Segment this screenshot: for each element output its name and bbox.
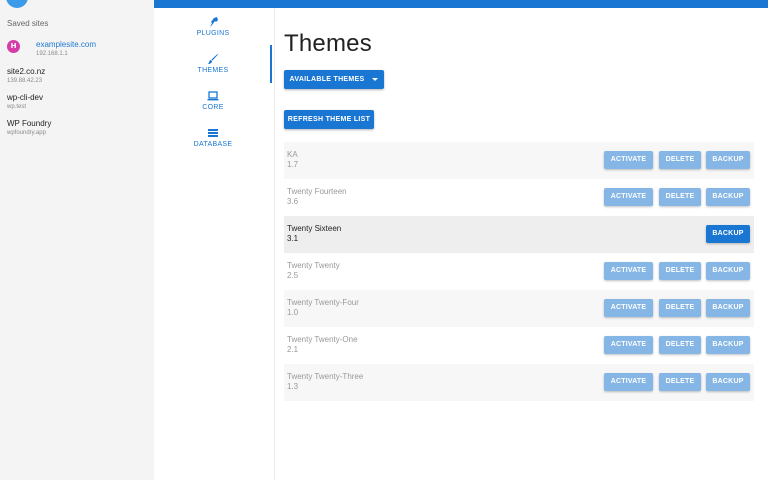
- page-title: Themes: [284, 30, 372, 57]
- app-logo-icon: [6, 0, 28, 8]
- backup-button[interactable]: BACKUP: [706, 373, 750, 391]
- laptop-icon: [207, 91, 219, 101]
- activate-button[interactable]: ACTIVATE: [604, 262, 653, 280]
- site-ip: wpfoundry.app: [7, 130, 46, 136]
- plug-icon: [210, 17, 218, 27]
- theme-name: Twenty Twenty: [287, 261, 340, 270]
- nav-label: DATABASE: [193, 141, 233, 148]
- theme-version: 1.7: [287, 160, 299, 169]
- nav-item-core[interactable]: CORE: [154, 90, 272, 111]
- theme-version: 1.3: [287, 382, 299, 391]
- nav-label: THEMES: [197, 67, 229, 74]
- refresh-theme-list-button[interactable]: REFRESH THEME LIST: [284, 110, 374, 129]
- themes-panel: Themes AVAILABLE THEMES REFRESH THEME LI…: [276, 8, 768, 480]
- saved-sites-label: Saved sites: [7, 19, 49, 28]
- theme-version: 1.0: [287, 308, 299, 317]
- available-themes-label: AVAILABLE THEMES: [289, 76, 365, 83]
- activate-button[interactable]: ACTIVATE: [604, 188, 653, 206]
- theme-version: 3.6: [287, 197, 299, 206]
- activate-button[interactable]: ACTIVATE: [604, 151, 653, 169]
- tools-nav: PLUGINS THEMES CORE DATABASE: [154, 8, 275, 480]
- theme-version: 2.1: [287, 345, 299, 354]
- site-name: wp-cli-dev: [7, 93, 44, 102]
- list-icon: [208, 129, 218, 137]
- theme-name: KA: [287, 150, 298, 159]
- theme-row: Twenty Fourteen 3.6 ACTIVATE DELETE BACK…: [284, 179, 754, 216]
- nav-item-themes[interactable]: THEMES: [154, 53, 272, 74]
- theme-row: KA 1.7 ACTIVATE DELETE BACKUP: [284, 142, 754, 179]
- nav-label: PLUGINS: [196, 30, 230, 37]
- delete-button[interactable]: DELETE: [659, 373, 701, 391]
- top-app-bar: [154, 0, 768, 8]
- theme-row: Twenty Twenty 2.5 ACTIVATE DELETE BACKUP: [284, 253, 754, 290]
- backup-button[interactable]: BACKUP: [706, 336, 750, 354]
- site-name: examplesite.com: [36, 40, 97, 49]
- site-ip: 192.168.1.1: [36, 51, 68, 57]
- site-item-wp-foundry[interactable]: WP Foundry wpfoundry.app: [7, 119, 147, 138]
- theme-name: Twenty Twenty-Three: [287, 372, 364, 381]
- site-badge-icon: H: [7, 40, 20, 53]
- theme-name: Twenty Twenty-Four: [287, 298, 359, 307]
- theme-version: 2.5: [287, 271, 299, 280]
- delete-button[interactable]: DELETE: [659, 188, 701, 206]
- theme-row: Twenty Twenty-One 2.1 ACTIVATE DELETE BA…: [284, 327, 754, 364]
- site-item-site2[interactable]: site2.co.nz 139.88.42.23: [7, 67, 147, 86]
- activate-button[interactable]: ACTIVATE: [604, 299, 653, 317]
- backup-button[interactable]: BACKUP: [706, 151, 750, 169]
- backup-button[interactable]: BACKUP: [706, 188, 750, 206]
- theme-name: Twenty Twenty-One: [287, 335, 358, 344]
- delete-button[interactable]: DELETE: [659, 151, 701, 169]
- backup-button[interactable]: BACKUP: [706, 225, 750, 243]
- theme-name: Twenty Sixteen: [287, 224, 342, 233]
- saved-sites-sidebar: Saved sites H examplesite.com 192.168.1.…: [0, 0, 154, 480]
- theme-row: Twenty Twenty-Four 1.0 ACTIVATE DELETE B…: [284, 290, 754, 327]
- delete-button[interactable]: DELETE: [659, 336, 701, 354]
- delete-button[interactable]: DELETE: [659, 299, 701, 317]
- caret-down-icon: [372, 77, 379, 81]
- theme-name: Twenty Fourteen: [287, 187, 347, 196]
- site-item-examplesite[interactable]: H examplesite.com 192.168.1.1: [7, 40, 147, 59]
- site-item-wp-cli-dev[interactable]: wp-cli-dev wp.test: [7, 93, 147, 112]
- themes-list: KA 1.7 ACTIVATE DELETE BACKUP Twenty Fou…: [284, 142, 754, 401]
- nav-label: CORE: [202, 104, 224, 111]
- theme-version: 3.1: [287, 234, 299, 243]
- site-ip: 139.88.42.23: [7, 78, 43, 84]
- backup-button[interactable]: BACKUP: [706, 262, 750, 280]
- available-themes-dropdown[interactable]: AVAILABLE THEMES: [284, 70, 384, 89]
- site-name: WP Foundry: [7, 119, 52, 128]
- nav-item-plugins[interactable]: PLUGINS: [154, 16, 272, 37]
- activate-button[interactable]: ACTIVATE: [604, 373, 653, 391]
- backup-button[interactable]: BACKUP: [706, 299, 750, 317]
- site-name: site2.co.nz: [7, 67, 46, 76]
- nav-item-database[interactable]: DATABASE: [154, 127, 272, 148]
- brush-icon: [208, 54, 218, 64]
- theme-row-active: Twenty Sixteen 3.1 BACKUP: [284, 216, 754, 253]
- site-ip: wp.test: [7, 104, 27, 110]
- activate-button[interactable]: ACTIVATE: [604, 336, 653, 354]
- theme-row: Twenty Twenty-Three 1.3 ACTIVATE DELETE …: [284, 364, 754, 401]
- delete-button[interactable]: DELETE: [659, 262, 701, 280]
